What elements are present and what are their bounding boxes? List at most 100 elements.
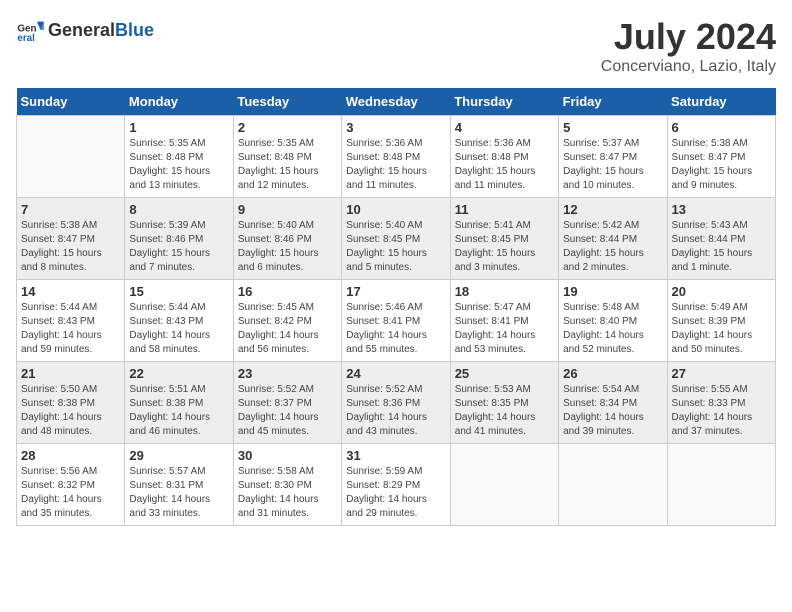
calendar-cell: 8 Sunrise: 5:39 AM Sunset: 8:46 PM Daylig… [125, 198, 233, 280]
calendar-cell [450, 444, 558, 526]
day-number: 20 [672, 284, 771, 299]
day-number: 3 [346, 120, 445, 135]
calendar-cell: 29Sunrise: 5:57 AM Sunset: 8:31 PM Dayli… [125, 444, 233, 526]
calendar-cell: 12Sunrise: 5:42 AM Sunset: 8:44 PM Dayli… [559, 198, 667, 280]
day-info: Sunrise: 5:47 AM Sunset: 8:41 PM Dayligh… [455, 301, 554, 357]
calendar-cell [667, 444, 775, 526]
day-info: Sunrise: 5:50 AM Sunset: 8:38 PM Dayligh… [21, 383, 120, 439]
logo: Gen eral GeneralBlue [16, 16, 154, 44]
day-info: Sunrise: 5:44 AM Sunset: 8:43 PM Dayligh… [129, 301, 228, 357]
day-number: 30 [238, 448, 337, 463]
day-number: 2 [238, 120, 337, 135]
calendar-cell: 9Sunrise: 5:40 AM Sunset: 8:46 PM Daylig… [233, 198, 341, 280]
day-number: 23 [238, 366, 337, 381]
day-number: 16 [238, 284, 337, 299]
day-number: 10 [346, 202, 445, 217]
day-number: 18 [455, 284, 554, 299]
day-number: 19 [563, 284, 662, 299]
day-info: Sunrise: 5:48 AM Sunset: 8:40 PM Dayligh… [563, 301, 662, 357]
calendar-cell: 25 Sunrise: 5:53 AM Sunset: 8:35 PM Dayli… [450, 362, 558, 444]
calendar-cell: 22 Sunrise: 5:51 AM Sunset: 8:38 PM Dayli… [125, 362, 233, 444]
day-number: 21 [21, 366, 120, 381]
calendar-cell: 20 Sunrise: 5:49 AM Sunset: 8:39 PM Dayli… [667, 280, 775, 362]
calendar-cell: 21 Sunrise: 5:50 AM Sunset: 8:38 PM Dayli… [17, 362, 125, 444]
calendar-cell: 18 Sunrise: 5:47 AM Sunset: 8:41 PM Dayli… [450, 280, 558, 362]
calendar-cell [17, 116, 125, 198]
week-row-4: 21 Sunrise: 5:50 AM Sunset: 8:38 PM Dayli… [17, 362, 776, 444]
day-number: 12 [563, 202, 662, 217]
day-info: Sunrise: 5:53 AM Sunset: 8:35 PM Dayligh… [455, 383, 554, 439]
day-number: 8 [129, 202, 228, 217]
weekday-header-thursday: Thursday [450, 88, 558, 116]
week-row-2: 7 Sunrise: 5:38 AM Sunset: 8:47 PM Daylig… [17, 198, 776, 280]
logo-icon: Gen eral [16, 16, 44, 44]
day-info: Sunrise: 5:40 AM Sunset: 8:46 PM Dayligh… [238, 219, 337, 275]
calendar-cell: 3Sunrise: 5:36 AM Sunset: 8:48 PM Daylig… [342, 116, 450, 198]
weekday-header-friday: Friday [559, 88, 667, 116]
calendar-cell: 30 Sunrise: 5:58 AM Sunset: 8:30 PM Dayli… [233, 444, 341, 526]
day-number: 29 [129, 448, 228, 463]
calendar-cell: 13 Sunrise: 5:43 AM Sunset: 8:44 PM Dayli… [667, 198, 775, 280]
day-info: Sunrise: 5:38 AM Sunset: 8:47 PM Dayligh… [672, 137, 771, 193]
day-info: Sunrise: 5:44 AM Sunset: 8:43 PM Dayligh… [21, 301, 120, 357]
week-row-3: 14 Sunrise: 5:44 AM Sunset: 8:43 PM Dayli… [17, 280, 776, 362]
calendar-cell: 27Sunrise: 5:55 AM Sunset: 8:33 PM Dayli… [667, 362, 775, 444]
calendar-cell: 24Sunrise: 5:52 AM Sunset: 8:36 PM Dayli… [342, 362, 450, 444]
day-info: Sunrise: 5:39 AM Sunset: 8:46 PM Dayligh… [129, 219, 228, 275]
weekday-header-saturday: Saturday [667, 88, 775, 116]
day-info: Sunrise: 5:46 AM Sunset: 8:41 PM Dayligh… [346, 301, 445, 357]
location-title: Concerviano, Lazio, Italy [601, 58, 776, 76]
day-number: 17 [346, 284, 445, 299]
day-number: 13 [672, 202, 771, 217]
calendar-table: SundayMondayTuesdayWednesdayThursdayFrid… [16, 88, 776, 526]
day-info: Sunrise: 5:59 AM Sunset: 8:29 PM Dayligh… [346, 465, 445, 521]
calendar-cell [559, 444, 667, 526]
day-info: Sunrise: 5:51 AM Sunset: 8:38 PM Dayligh… [129, 383, 228, 439]
weekday-header-monday: Monday [125, 88, 233, 116]
day-info: Sunrise: 5:54 AM Sunset: 8:34 PM Dayligh… [563, 383, 662, 439]
day-number: 22 [129, 366, 228, 381]
day-number: 6 [672, 120, 771, 135]
week-row-1: 1 Sunrise: 5:35 AM Sunset: 8:48 PM Daylig… [17, 116, 776, 198]
calendar-cell: 15 Sunrise: 5:44 AM Sunset: 8:43 PM Dayli… [125, 280, 233, 362]
weekday-header-row: SundayMondayTuesdayWednesdayThursdayFrid… [17, 88, 776, 116]
day-info: Sunrise: 5:52 AM Sunset: 8:37 PM Dayligh… [238, 383, 337, 439]
day-number: 7 [21, 202, 120, 217]
month-title: July 2024 [601, 16, 776, 58]
calendar-cell: 11 Sunrise: 5:41 AM Sunset: 8:45 PM Dayli… [450, 198, 558, 280]
day-info: Sunrise: 5:35 AM Sunset: 8:48 PM Dayligh… [129, 137, 228, 193]
day-info: Sunrise: 5:49 AM Sunset: 8:39 PM Dayligh… [672, 301, 771, 357]
day-info: Sunrise: 5:40 AM Sunset: 8:45 PM Dayligh… [346, 219, 445, 275]
day-number: 11 [455, 202, 554, 217]
day-number: 26 [563, 366, 662, 381]
day-info: Sunrise: 5:45 AM Sunset: 8:42 PM Dayligh… [238, 301, 337, 357]
day-info: Sunrise: 5:58 AM Sunset: 8:30 PM Dayligh… [238, 465, 337, 521]
calendar-cell: 4Sunrise: 5:36 AM Sunset: 8:48 PM Daylig… [450, 116, 558, 198]
day-info: Sunrise: 5:43 AM Sunset: 8:44 PM Dayligh… [672, 219, 771, 275]
calendar-cell: 17 Sunrise: 5:46 AM Sunset: 8:41 PM Dayli… [342, 280, 450, 362]
day-number: 31 [346, 448, 445, 463]
calendar-cell: 6 Sunrise: 5:38 AM Sunset: 8:47 PM Daylig… [667, 116, 775, 198]
day-number: 4 [455, 120, 554, 135]
day-info: Sunrise: 5:41 AM Sunset: 8:45 PM Dayligh… [455, 219, 554, 275]
calendar-cell: 26 Sunrise: 5:54 AM Sunset: 8:34 PM Dayli… [559, 362, 667, 444]
title-area: July 2024 Concerviano, Lazio, Italy [601, 16, 776, 76]
calendar-cell: 23 Sunrise: 5:52 AM Sunset: 8:37 PM Dayli… [233, 362, 341, 444]
day-number: 15 [129, 284, 228, 299]
calendar-cell: 19 Sunrise: 5:48 AM Sunset: 8:40 PM Dayli… [559, 280, 667, 362]
day-info: Sunrise: 5:35 AM Sunset: 8:48 PM Dayligh… [238, 137, 337, 193]
logo-blue-text: Blue [115, 20, 154, 40]
week-row-5: 28Sunrise: 5:56 AM Sunset: 8:32 PM Dayli… [17, 444, 776, 526]
day-number: 1 [129, 120, 228, 135]
calendar-cell: 2 Sunrise: 5:35 AM Sunset: 8:48 PM Daylig… [233, 116, 341, 198]
calendar-cell: 16 Sunrise: 5:45 AM Sunset: 8:42 PM Dayli… [233, 280, 341, 362]
day-number: 25 [455, 366, 554, 381]
day-info: Sunrise: 5:38 AM Sunset: 8:47 PM Dayligh… [21, 219, 120, 275]
day-number: 14 [21, 284, 120, 299]
weekday-header-sunday: Sunday [17, 88, 125, 116]
day-info: Sunrise: 5:37 AM Sunset: 8:47 PM Dayligh… [563, 137, 662, 193]
calendar-cell: 28Sunrise: 5:56 AM Sunset: 8:32 PM Dayli… [17, 444, 125, 526]
weekday-header-tuesday: Tuesday [233, 88, 341, 116]
day-number: 28 [21, 448, 120, 463]
page-header: Gen eral GeneralBlue July 2024 Concervia… [16, 16, 776, 76]
